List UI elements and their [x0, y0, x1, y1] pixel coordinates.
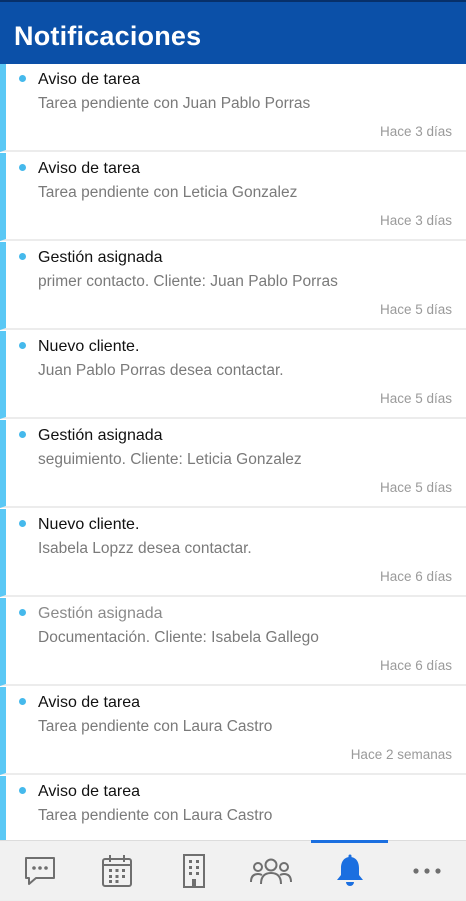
unread-dot-icon [19, 342, 26, 349]
people-icon [249, 858, 292, 885]
notification-text: Juan Pablo Porras desea contactar. [38, 362, 284, 379]
notification-time: Hace 3 días [379, 124, 452, 139]
notification-item[interactable]: Aviso de tarea Tarea pendiente con Juan … [0, 64, 466, 152]
notification-title: Nuevo cliente. [38, 338, 140, 355]
tab-notifications[interactable] [311, 841, 388, 901]
unread-dot-icon [19, 520, 26, 527]
app-bar: Notificaciones [0, 0, 466, 64]
notification-item[interactable]: Gestión asignada seguimiento. Cliente: L… [0, 420, 466, 508]
notification-list[interactable]: Aviso de tarea Tarea pendiente con Juan … [0, 64, 466, 840]
tab-calendar[interactable] [78, 841, 155, 901]
notification-title: Gestión asignada [38, 427, 163, 444]
notification-item[interactable]: Aviso de tarea Tarea pendiente con Letic… [0, 153, 466, 241]
bottom-tab-bar [0, 840, 466, 900]
chat-icon [24, 857, 55, 885]
notification-text: Tarea pendiente con Laura Castro [38, 718, 273, 735]
unread-dot-icon [19, 609, 26, 616]
bell-icon [336, 854, 363, 886]
calendar-icon [101, 855, 132, 887]
building-icon [182, 854, 205, 888]
notification-time: Hace 5 días [379, 302, 452, 317]
notification-text: seguimiento. Cliente: Leticia Gonzalez [38, 451, 302, 468]
notification-text: Tarea pendiente con Juan Pablo Porras [38, 95, 311, 112]
notification-title: Nuevo cliente. [38, 516, 140, 533]
tab-more[interactable] [388, 841, 465, 901]
notification-title: Gestión asignada [38, 249, 163, 266]
notification-title: Aviso de tarea [38, 71, 140, 88]
notification-item[interactable]: Nuevo cliente. Isabela Lopzz desea conta… [0, 509, 466, 597]
notification-item[interactable]: Aviso de tarea Tarea pendiente con Laura… [0, 687, 466, 775]
tab-contacts[interactable] [232, 841, 309, 901]
notification-time: Hace 5 días [379, 391, 452, 406]
notification-item[interactable]: Aviso de tarea Tarea pendiente con Laura… [0, 776, 466, 840]
unread-dot-icon [19, 787, 26, 794]
notification-time: Hace 3 días [379, 213, 452, 228]
more-icon [412, 868, 441, 874]
tab-companies[interactable] [155, 841, 232, 901]
notification-item[interactable]: Nuevo cliente. Juan Pablo Porras desea c… [0, 331, 466, 419]
unread-dot-icon [19, 164, 26, 171]
notification-title: Gestión asignada [38, 605, 163, 622]
unread-dot-icon [19, 253, 26, 260]
unread-dot-icon [19, 698, 26, 705]
notification-text: Tarea pendiente con Leticia Gonzalez [38, 184, 298, 201]
notification-time: Hace 5 días [379, 480, 452, 495]
notification-text: primer contacto. Cliente: Juan Pablo Por… [38, 273, 338, 290]
notification-time: Hace 2 semanas [350, 747, 452, 762]
notification-text: Tarea pendiente con Laura Castro [38, 807, 273, 824]
notification-time: Hace 6 días [379, 569, 452, 584]
notification-title: Aviso de tarea [38, 783, 140, 800]
notification-title: Aviso de tarea [38, 694, 140, 711]
notification-text: Isabela Lopzz desea contactar. [38, 540, 252, 557]
notification-text: Documentación. Cliente: Isabela Gallego [38, 629, 319, 646]
unread-dot-icon [19, 75, 26, 82]
tab-messages[interactable] [1, 841, 78, 901]
notification-item[interactable]: Gestión asignada Documentación. Cliente:… [0, 598, 466, 686]
page-title: Notificaciones [14, 21, 202, 51]
notification-time: Hace 6 días [379, 658, 452, 673]
notification-title: Aviso de tarea [38, 160, 140, 177]
notification-item[interactable]: Gestión asignada primer contacto. Client… [0, 242, 466, 330]
unread-dot-icon [19, 431, 26, 438]
